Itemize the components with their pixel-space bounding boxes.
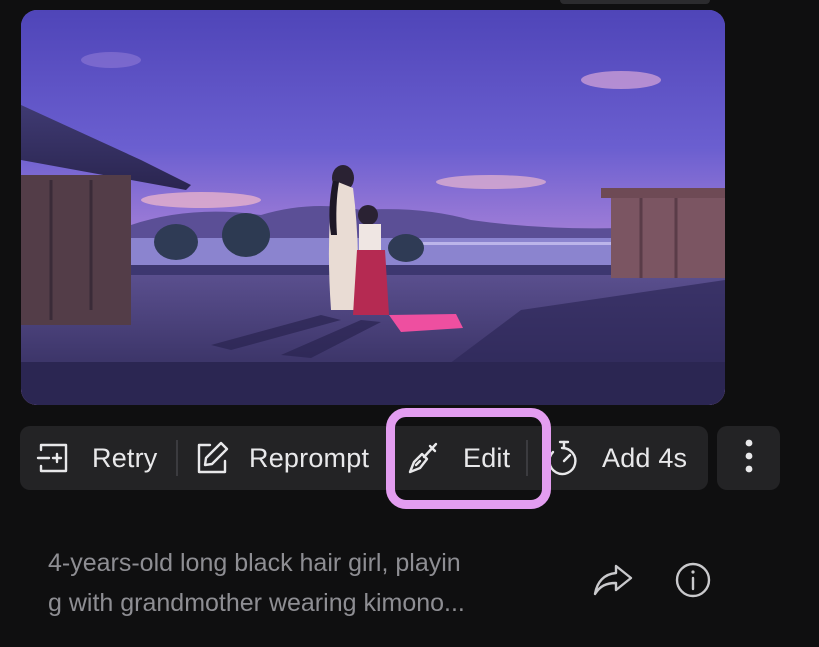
anime-scene-illustration (21, 10, 725, 405)
more-options-button[interactable] (717, 426, 780, 490)
add-duration-button[interactable]: Add 4s (546, 426, 687, 490)
more-vertical-icon (744, 439, 754, 478)
share-button[interactable] (590, 562, 636, 602)
brush-icon (405, 440, 441, 476)
retry-label: Retry (92, 442, 158, 473)
toolbar-divider (176, 440, 178, 476)
reprompt-label: Reprompt (249, 442, 370, 473)
prompt-caption[interactable]: 4-years-old long black hair girl, playin… (48, 543, 528, 623)
timer-icon (546, 439, 582, 477)
info-button[interactable] (672, 561, 714, 603)
retry-button[interactable]: Retry (36, 426, 158, 490)
app-screen: Retry Reprompt Edit Add 4s 4-years-old l… (0, 0, 819, 647)
caption-line: g with grandmother wearing kimono... (48, 589, 465, 617)
edit-label: Edit (463, 442, 511, 473)
generated-image[interactable] (21, 10, 725, 405)
toolbar-divider (526, 440, 528, 476)
share-arrow-icon (592, 563, 634, 602)
caption-line: 4-years-old long black hair girl, playin (48, 549, 461, 577)
edit-button[interactable]: Edit (405, 426, 510, 490)
retry-icon (36, 441, 70, 475)
previous-card-edge (560, 0, 710, 4)
info-icon (674, 561, 712, 604)
reprompt-button[interactable]: Reprompt (193, 426, 369, 490)
add-duration-label: Add 4s (602, 442, 688, 473)
pencil-square-icon (193, 439, 231, 477)
